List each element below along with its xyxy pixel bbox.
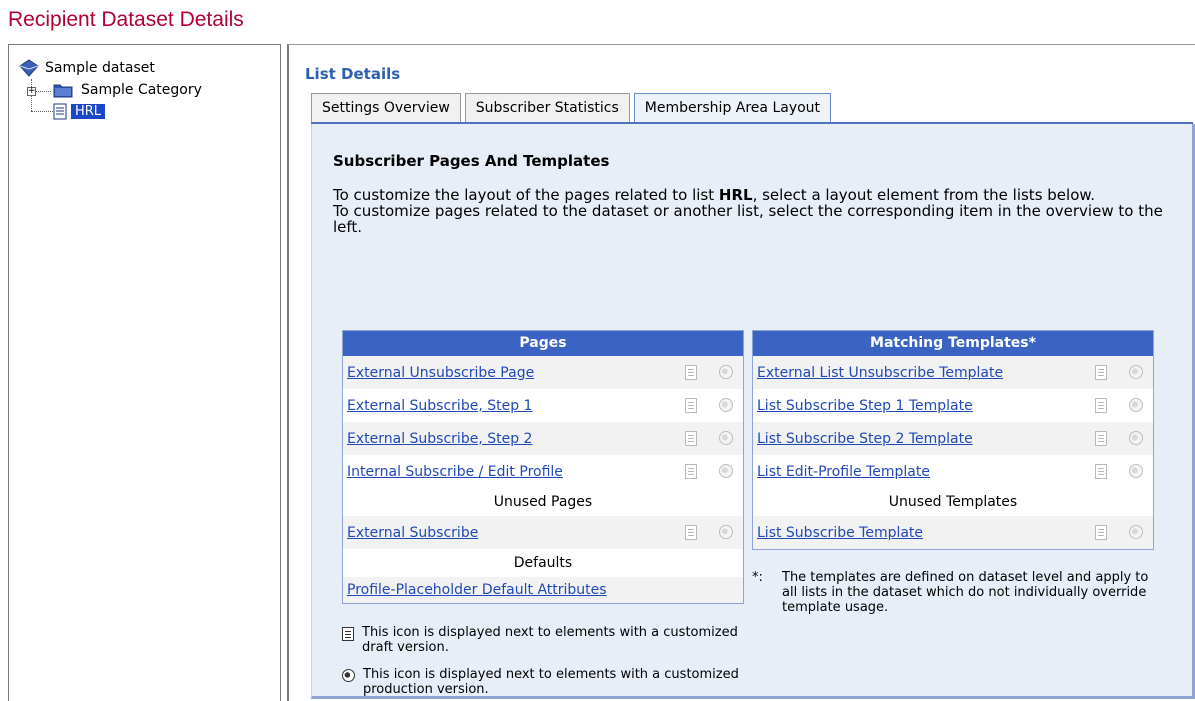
template-link-external-list-unsubscribe[interactable]: External List Unsubscribe Template bbox=[757, 365, 1003, 381]
template-link-list-subscribe[interactable]: List Subscribe Template bbox=[757, 525, 923, 541]
intro-line2: To customize pages related to the datase… bbox=[333, 202, 1163, 236]
page-link-external-subscribe-step2[interactable]: External Subscribe, Step 2 bbox=[347, 431, 532, 447]
page-link-profile-placeholder-defaults[interactable]: Profile-Placeholder Default Attributes bbox=[347, 582, 607, 598]
table-row: Profile-Placeholder Default Attributes bbox=[343, 577, 743, 603]
draft-icon bbox=[685, 431, 697, 446]
globe-icon bbox=[719, 365, 733, 379]
table-row: External Subscribe, Step 2 bbox=[343, 422, 743, 455]
globe-icon bbox=[719, 398, 733, 412]
globe-icon bbox=[1129, 365, 1143, 379]
globe-icon bbox=[342, 669, 355, 682]
section-title: List Details bbox=[305, 65, 401, 83]
draft-icon bbox=[685, 398, 697, 413]
globe-icon bbox=[719, 525, 733, 539]
draft-icon bbox=[1095, 431, 1107, 446]
draft-icon bbox=[342, 627, 354, 641]
tree-label-category: Sample Category bbox=[81, 82, 202, 98]
legend-production-text: This icon is displayed next to elements … bbox=[363, 667, 739, 697]
tab-settings-overview[interactable]: Settings Overview bbox=[311, 93, 461, 122]
tab-subscriber-statistics[interactable]: Subscriber Statistics bbox=[464, 93, 630, 122]
dataset-icon bbox=[19, 59, 39, 77]
intro-text: To customize the layout of the pages rel… bbox=[333, 187, 1178, 235]
list-details-panel: List Details Settings Overview Subscribe… bbox=[287, 44, 1195, 701]
tree-node-dataset[interactable]: Sample dataset bbox=[19, 59, 155, 77]
table-row: External Unsubscribe Page bbox=[343, 356, 743, 389]
tab-bar: Settings Overview Subscriber Statistics … bbox=[311, 93, 835, 125]
draft-icon bbox=[685, 365, 697, 380]
draft-icon bbox=[685, 464, 697, 479]
tree-node-list[interactable]: HRL bbox=[53, 103, 106, 120]
page-link-internal-subscribe-edit[interactable]: Internal Subscribe / Edit Profile bbox=[347, 464, 563, 480]
page-link-external-unsubscribe[interactable]: External Unsubscribe Page bbox=[347, 365, 534, 381]
dataset-tree: Sample dataset + Sample Category HRL bbox=[8, 44, 281, 701]
pages-table-header: Pages bbox=[343, 331, 743, 356]
table-row: List Subscribe Template bbox=[753, 516, 1153, 549]
globe-icon bbox=[1129, 398, 1143, 412]
globe-icon bbox=[1129, 464, 1143, 478]
draft-icon bbox=[1095, 525, 1107, 540]
table-row: External Subscribe bbox=[343, 516, 743, 549]
table-row: List Edit-Profile Template bbox=[753, 455, 1153, 488]
page-link-external-subscribe-step1[interactable]: External Subscribe, Step 1 bbox=[347, 398, 532, 414]
unused-templates-header: Unused Templates bbox=[753, 488, 1153, 516]
unused-pages-header: Unused Pages bbox=[343, 488, 743, 516]
table-row: List Subscribe Step 1 Template bbox=[753, 389, 1153, 422]
page-link-external-subscribe[interactable]: External Subscribe bbox=[347, 525, 478, 541]
table-row: External List Unsubscribe Template bbox=[753, 356, 1153, 389]
template-link-subscribe-step2[interactable]: List Subscribe Step 2 Template bbox=[757, 431, 973, 447]
table-row: External Subscribe, Step 1 bbox=[343, 389, 743, 422]
legend-draft-text: This icon is displayed next to elements … bbox=[362, 625, 738, 655]
defaults-header: Defaults bbox=[343, 549, 743, 577]
template-link-subscribe-step1[interactable]: List Subscribe Step 1 Template bbox=[757, 398, 973, 414]
expand-toggle[interactable]: + bbox=[27, 87, 36, 96]
globe-icon bbox=[719, 431, 733, 445]
globe-icon bbox=[719, 464, 733, 478]
tree-label-dataset: Sample dataset bbox=[45, 60, 155, 76]
draft-icon bbox=[1095, 398, 1107, 413]
table-row: List Subscribe Step 2 Template bbox=[753, 422, 1153, 455]
footnote-mark: *: bbox=[752, 570, 763, 585]
globe-icon bbox=[1129, 431, 1143, 445]
tab-membership-area-layout[interactable]: Membership Area Layout bbox=[633, 93, 832, 125]
templates-table-header: Matching Templates* bbox=[753, 331, 1153, 356]
legend-production: This icon is displayed next to elements … bbox=[342, 667, 742, 697]
templates-footnote: *: The templates are defined on dataset … bbox=[752, 570, 1152, 615]
tab-content: Subscriber Pages And Templates To custom… bbox=[311, 124, 1195, 699]
pages-table: Pages External Unsubscribe Page External… bbox=[342, 330, 744, 604]
template-link-edit-profile[interactable]: List Edit-Profile Template bbox=[757, 464, 930, 480]
legend-draft: This icon is displayed next to elements … bbox=[342, 625, 742, 655]
list-icon bbox=[53, 103, 67, 120]
draft-icon bbox=[1095, 464, 1107, 479]
footnote-text: The templates are defined on dataset lev… bbox=[782, 570, 1149, 615]
tree-label-list: HRL bbox=[71, 104, 106, 119]
globe-icon bbox=[1129, 525, 1143, 539]
draft-icon bbox=[1095, 365, 1107, 380]
folder-icon bbox=[53, 84, 73, 98]
table-row: Internal Subscribe / Edit Profile bbox=[343, 455, 743, 488]
tree-node-category[interactable]: Sample Category bbox=[53, 82, 202, 98]
content-heading: Subscriber Pages And Templates bbox=[333, 152, 610, 170]
templates-table: Matching Templates* External List Unsubs… bbox=[752, 330, 1154, 550]
draft-icon bbox=[685, 525, 697, 540]
page-title: Recipient Dataset Details bbox=[8, 8, 244, 31]
